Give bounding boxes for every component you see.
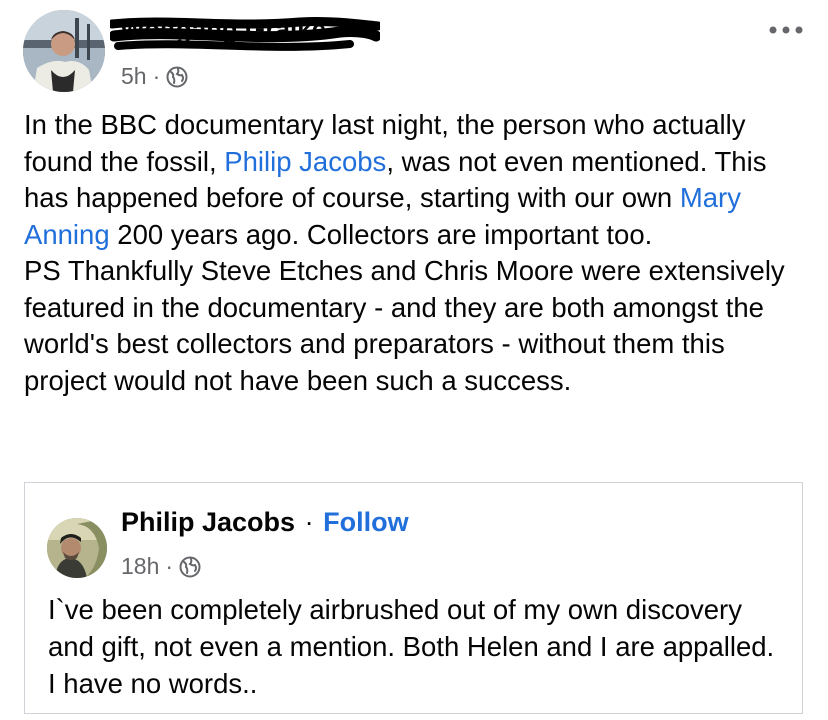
post-time[interactable]: 5h [121, 63, 147, 90]
shared-post-meta: 18h · [121, 553, 201, 580]
post-paragraph-1: In the BBC documentary last night, the p… [24, 107, 814, 253]
shared-post-text: I`ve been completely airbrushed out of m… [48, 594, 775, 699]
shared-author-avatar-image [47, 518, 107, 578]
follow-button[interactable]: Follow [323, 507, 408, 537]
shared-post-time[interactable]: 18h [121, 553, 159, 580]
more-horizontal-icon[interactable] [766, 22, 806, 38]
shared-post-card[interactable]: Philip Jacobs · Follow 18h · I`ve been c… [24, 482, 803, 714]
author-avatar[interactable] [23, 10, 105, 92]
post-paragraph-2: PS Thankfully Steve Etches and Chris Moo… [24, 255, 785, 396]
header-separator: · [304, 507, 314, 537]
shared-post-header: Philip Jacobs · Follow [121, 507, 409, 538]
shared-author-avatar[interactable] [47, 518, 107, 578]
name-redaction-scribble [110, 16, 380, 51]
meta-separator: · [165, 553, 174, 579]
post-meta: 5h · [121, 63, 188, 90]
post-text-segment: 200 years ago. Collectors are important … [109, 218, 653, 250]
globe-icon [179, 556, 201, 577]
mention-link-philip-jacobs[interactable]: Philip Jacobs [224, 146, 386, 177]
post-body: In the BBC documentary last night, the p… [24, 107, 814, 399]
globe-icon [166, 66, 188, 87]
shared-author-name[interactable]: Philip Jacobs [121, 507, 295, 537]
meta-separator: · [152, 63, 161, 89]
author-avatar-image [23, 10, 105, 92]
